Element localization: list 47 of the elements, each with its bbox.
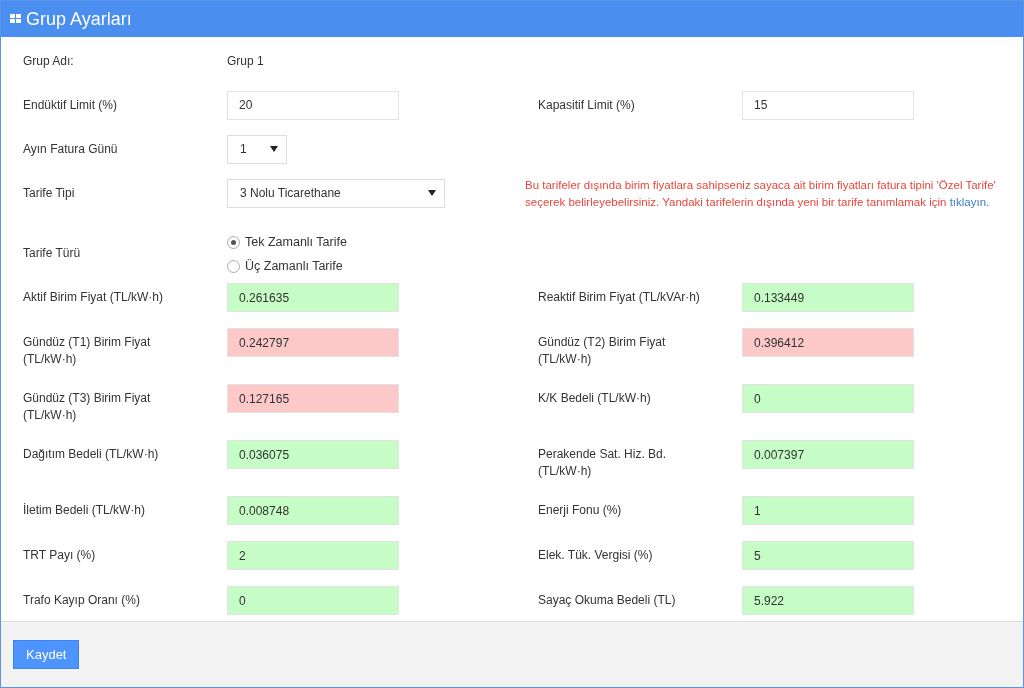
field-label: Endüktif Limit (%) <box>23 96 119 114</box>
radio-option[interactable]: Üç Zamanlı Tarife <box>227 256 347 276</box>
input-field[interactable]: 5.922 <box>742 586 914 615</box>
input-field[interactable]: 0.007397 <box>742 440 914 469</box>
field-label: Ayın Fatura Günü <box>23 141 119 158</box>
field-label: Gündüz (T3) Birim Fiyat (TL/kW·h) <box>23 390 152 424</box>
day-select[interactable]: 1 <box>227 134 287 164</box>
input-field[interactable]: 0.036075 <box>227 440 399 469</box>
input-field[interactable]: 15 <box>742 90 914 120</box>
tariff-note: Bu tarifeler dışında birim fiyatlara sahipseniz sayaca ait birim fiyatları fatura tipini 'Özel Tarife' seçerek belirleyebelirsiniz. Yandaki tarifelerin dışında yeni bir tarife tanımlamak için tıklayın. <box>525 178 997 210</box>
field-label: Gündüz (T1) Birim Fiyat (TL/kW·h) <box>23 334 152 368</box>
input-field[interactable]: 0 <box>742 384 914 413</box>
field-label: Tarife Türü <box>23 245 82 262</box>
field-label: Grup Adı: <box>23 53 75 70</box>
field-label: K/K Bedeli (TL/kW·h) <box>538 390 652 407</box>
radio-option[interactable]: Tek Zamanlı Tarife <box>227 233 347 252</box>
input-field[interactable]: 0.242797 <box>227 328 399 357</box>
input-field[interactable]: 2 <box>227 541 399 570</box>
panel-title: Grup Ayarları <box>26 7 132 31</box>
field-label: Kapasitif Limit (%) <box>538 96 636 114</box>
input-field[interactable]: 0.008748 <box>227 496 399 525</box>
field-label: Enerji Fonu (%) <box>538 502 623 519</box>
caret-icon <box>270 146 278 152</box>
field-label: Reaktif Birim Fiyat (TL/kVAr·h) <box>538 289 701 306</box>
input-field[interactable]: 0 <box>227 586 399 615</box>
input-field[interactable]: 1 <box>742 496 914 525</box>
field-label: Trafo Kayıp Oranı (%) <box>23 592 141 609</box>
field-label: Perakende Sat. Hiz. Bd. (TL/kW·h) <box>538 446 668 480</box>
input-field[interactable]: 0.127165 <box>227 384 399 413</box>
field-label: İletim Bedeli (TL/kW·h) <box>23 502 147 519</box>
caret-icon <box>428 190 436 196</box>
input-field[interactable]: 0.396412 <box>742 328 914 357</box>
input-field[interactable]: 0.261635 <box>227 283 399 312</box>
field-label: Aktif Birim Fiyat (TL/kW·h) <box>23 289 164 306</box>
group-name-value: Grup 1 <box>227 53 264 70</box>
field-label: Sayaç Okuma Bedeli (TL) <box>538 592 677 609</box>
click-here-link[interactable]: tıklayın. <box>949 196 990 208</box>
tariff-type-select[interactable]: 3 Nolu Ticarethane <box>227 178 445 208</box>
field-label: Elek. Tük. Vergisi (%) <box>538 547 654 564</box>
input-field[interactable]: 20 <box>227 90 399 120</box>
field-label: Gündüz (T2) Birim Fiyat (TL/kW·h) <box>538 334 667 368</box>
field-label: Tarife Tipi <box>23 185 76 202</box>
field-label: TRT Payı (%) <box>23 547 97 564</box>
input-field[interactable]: 5 <box>742 541 914 570</box>
field-label: Dağıtım Bedeli (TL/kW·h) <box>23 446 160 463</box>
input-field[interactable]: 0.133449 <box>742 283 914 312</box>
grid-icon <box>10 14 22 24</box>
